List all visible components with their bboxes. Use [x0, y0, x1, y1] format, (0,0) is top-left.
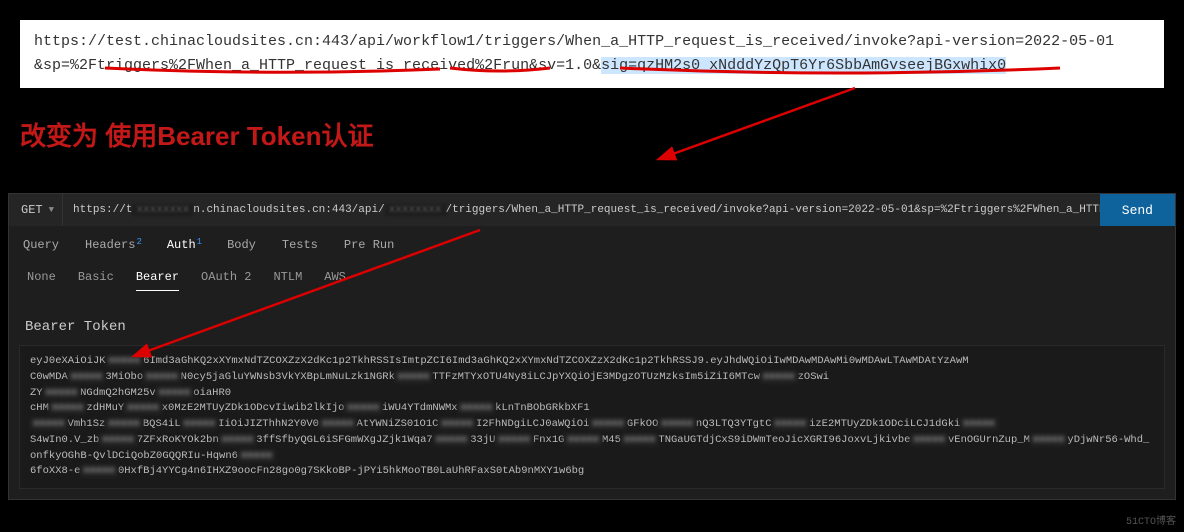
annotation-headline: 改变为 使用Bearer Token认证 [20, 116, 1184, 153]
url-line2-pre: &sp=%2Ftriggers%2FWhen_a_HTTP_request_is… [34, 57, 601, 74]
api-client-panel: GET ▼ https://txxxxxxxxn.chinacloudsites… [8, 193, 1176, 500]
url-sig-highlight: sig=qzHM2s0_xNdddYzQpT6Yr6SbbAmGvseejBGx… [601, 57, 1006, 74]
http-method-value: GET [21, 203, 43, 217]
request-bar: GET ▼ https://txxxxxxxxn.chinacloudsites… [9, 194, 1175, 226]
http-method-select[interactable]: GET ▼ [9, 194, 63, 226]
auth-type-oauth2[interactable]: OAuth 2 [201, 270, 251, 291]
url-line1: https://test.chinacloudsites.cn:443/api/… [34, 33, 1114, 50]
auth-type-none[interactable]: None [27, 270, 56, 291]
watermark: 51CTO博客 [1126, 512, 1176, 528]
auth-type-basic[interactable]: Basic [78, 270, 114, 291]
send-button[interactable]: Send [1100, 194, 1175, 226]
url-display-box: https://test.chinacloudsites.cn:443/api/… [20, 20, 1164, 88]
bearer-token-textarea[interactable]: eyJ0eXAiOiJK■■■■■6Imd3aGhKQ2xXYmxNdTZCOX… [19, 345, 1165, 489]
tab-body[interactable]: Body [227, 238, 256, 260]
auth-type-bearer[interactable]: Bearer [136, 270, 179, 291]
tab-auth[interactable]: Auth1 [167, 238, 201, 260]
tab-prerun[interactable]: Pre Run [344, 238, 394, 260]
tab-headers[interactable]: Headers2 [85, 238, 141, 260]
request-url-input[interactable]: https://txxxxxxxxn.chinacloudsites.cn:44… [63, 194, 1100, 226]
chevron-down-icon: ▼ [49, 205, 54, 215]
tab-query[interactable]: Query [23, 238, 59, 260]
auth-type-aws[interactable]: AWS [324, 270, 346, 291]
auth-type-tabs: None Basic Bearer OAuth 2 NTLM AWS [9, 260, 1175, 301]
tab-tests[interactable]: Tests [282, 238, 318, 260]
bearer-token-label: Bearer Token [9, 301, 1175, 341]
auth-type-ntlm[interactable]: NTLM [273, 270, 302, 291]
request-tabs: Query Headers2 Auth1 Body Tests Pre Run [9, 226, 1175, 260]
